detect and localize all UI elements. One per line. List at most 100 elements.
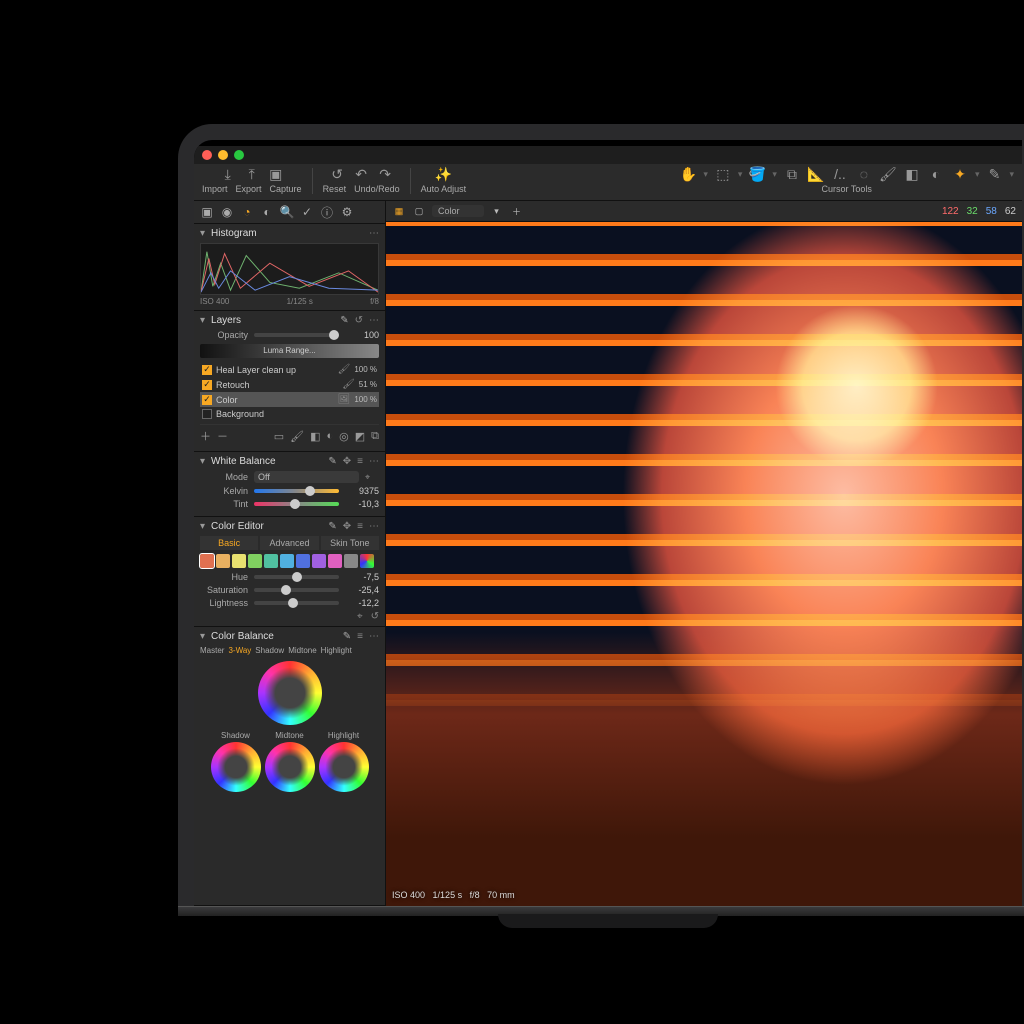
swatch-picker-icon[interactable] (360, 554, 374, 568)
settings-tab-icon[interactable]: ⚙ (340, 205, 354, 219)
wb-mode-select[interactable]: Off (254, 471, 359, 483)
layer-checkbox[interactable] (202, 409, 212, 419)
ce-reset-icon[interactable]: ↺ (371, 611, 379, 622)
panel-menu-icon[interactable]: ⋯ (369, 521, 379, 532)
preset-icon[interactable]: ≡ (357, 456, 363, 467)
swatch-8[interactable] (328, 554, 342, 568)
panel-menu-icon[interactable]: ⋯ (369, 631, 379, 642)
mask-gradient-icon[interactable]: ◐ (326, 430, 333, 442)
grid-view-icon[interactable]: ▦ (392, 204, 406, 218)
preset-icon[interactable]: ≡ (357, 521, 363, 532)
eraser-icon[interactable]: ◧ (903, 166, 921, 182)
pencil-icon[interactable]: ✎ (328, 521, 336, 532)
bucket-icon[interactable]: 🪣 (748, 166, 766, 182)
chevron-down-icon[interactable]: ▾ (200, 631, 205, 642)
swatch-2[interactable] (232, 554, 246, 568)
highlight-wheel[interactable] (319, 742, 369, 792)
image-viewer[interactable]: ISO 400 1/125 s f/8 70 mm (386, 222, 1022, 906)
canvas-add-icon[interactable]: ＋ (510, 204, 524, 218)
panel-menu-icon[interactable]: ⋯ (369, 228, 379, 239)
gradient-icon[interactable]: ◐ (927, 166, 945, 182)
pen-icon[interactable]: ✎ (985, 166, 1003, 182)
picker-icon[interactable]: ✥ (343, 521, 351, 532)
spot-icon[interactable]: ◌ (855, 166, 873, 182)
hand-icon[interactable]: ✋ (679, 166, 697, 182)
maximize-window-button[interactable] (234, 150, 244, 160)
ce-picker-icon[interactable]: ⌖ (357, 611, 363, 622)
layer-select[interactable]: Color (432, 205, 484, 217)
pencil-icon[interactable]: ✎ (343, 631, 351, 642)
single-view-icon[interactable]: ▢ (412, 204, 426, 218)
remove-layer-icon[interactable]: － (217, 428, 228, 444)
mask-luma-icon[interactable]: ◩ (355, 430, 365, 443)
panel-menu-icon[interactable]: ⋯ (369, 315, 379, 326)
layer-checkbox[interactable]: ✓ (202, 380, 212, 390)
sat-slider[interactable] (254, 588, 339, 592)
close-window-button[interactable] (202, 150, 212, 160)
layer-checkbox[interactable]: ✓ (202, 395, 212, 405)
reset-icon[interactable]: ↺ (355, 315, 363, 326)
swatch-0[interactable] (200, 554, 214, 568)
kelvin-slider[interactable] (254, 489, 339, 493)
tab-basic[interactable]: Basic (200, 536, 258, 550)
tab-advanced[interactable]: Advanced (260, 536, 318, 550)
panel-menu-icon[interactable]: ⋯ (369, 456, 379, 467)
layer-row[interactable]: ✓ Retouch 🖌 51 % (200, 377, 379, 392)
pointer-icon[interactable]: ⬚ (714, 166, 732, 182)
chevron-down-icon[interactable]: ▾ (200, 315, 205, 326)
check-tab-icon[interactable]: ✓ (300, 205, 314, 219)
light-slider[interactable] (254, 601, 339, 605)
export-icon[interactable]: ⤒ (244, 166, 260, 182)
canvas-dropdown-icon[interactable]: ▾ (490, 204, 504, 218)
keystone-icon[interactable]: /.. (831, 166, 849, 182)
hue-slider[interactable] (254, 575, 339, 579)
swatch-7[interactable] (312, 554, 326, 568)
swatch-4[interactable] (264, 554, 278, 568)
redo-icon[interactable]: ↷ (377, 166, 393, 182)
pencil-icon[interactable]: ✎ (328, 456, 336, 467)
straighten-icon[interactable]: 📐 (807, 166, 825, 182)
swatch-3[interactable] (248, 554, 262, 568)
picker-icon[interactable]: ✥ (343, 456, 351, 467)
color-tab-icon[interactable]: ◔ (240, 205, 254, 219)
layer-row[interactable]: ✓ Color 🖼 100 % (200, 392, 379, 407)
tab-3way[interactable]: 3-Way (228, 646, 251, 655)
luma-range-button[interactable]: Luma Range... (200, 344, 379, 358)
pencil-icon[interactable]: ✎ (340, 315, 348, 326)
minimize-window-button[interactable] (218, 150, 228, 160)
wb-picker-icon[interactable]: ⌖ (365, 472, 379, 483)
mask-rect-icon[interactable]: ▭ (274, 430, 284, 443)
tab-shadow[interactable]: Shadow (255, 646, 284, 655)
brush-icon[interactable]: 🖌 (879, 166, 897, 182)
autoadjust-icon[interactable]: ✨ (435, 166, 451, 182)
capture-tab-icon[interactable]: ◉ (220, 205, 234, 219)
chevron-down-icon[interactable]: ▾ (200, 521, 205, 532)
layer-row[interactable]: Background (200, 407, 379, 421)
preset-icon[interactable]: ≡ (357, 631, 363, 642)
magic-brush-icon[interactable]: ✦ (951, 166, 969, 182)
chevron-down-icon[interactable]: ▾ (200, 456, 205, 467)
midtone-wheel[interactable] (258, 661, 322, 725)
tint-slider[interactable] (254, 502, 339, 506)
reset-icon[interactable]: ↺ (329, 166, 345, 182)
add-layer-icon[interactable]: ＋ (200, 428, 211, 444)
swatch-9[interactable] (344, 554, 358, 568)
capture-icon[interactable]: ▣ (268, 166, 284, 182)
chevron-down-icon[interactable]: ▾ (200, 228, 205, 239)
library-tab-icon[interactable]: ▣ (200, 205, 214, 219)
undo-icon[interactable]: ↶ (353, 166, 369, 182)
tab-master[interactable]: Master (200, 646, 224, 655)
tab-highlight[interactable]: Highlight (321, 646, 352, 655)
mask-brush-icon[interactable]: 🖌 (290, 430, 304, 443)
tab-skintone[interactable]: Skin Tone (321, 536, 379, 550)
mask-radial-icon[interactable]: ◎ (339, 430, 349, 443)
shadow-wheel[interactable] (211, 742, 261, 792)
import-icon[interactable]: ⤓ (220, 166, 236, 182)
swatch-5[interactable] (280, 554, 294, 568)
metadata-tab-icon[interactable]: ⓘ (320, 205, 334, 219)
mask-copy-icon[interactable]: ⧉ (371, 430, 379, 443)
midtone-wheel-small[interactable] (265, 742, 315, 792)
swatch-6[interactable] (296, 554, 310, 568)
mask-erase-icon[interactable]: ◧ (310, 430, 320, 443)
exposure-tab-icon[interactable]: ◐ (260, 205, 274, 219)
